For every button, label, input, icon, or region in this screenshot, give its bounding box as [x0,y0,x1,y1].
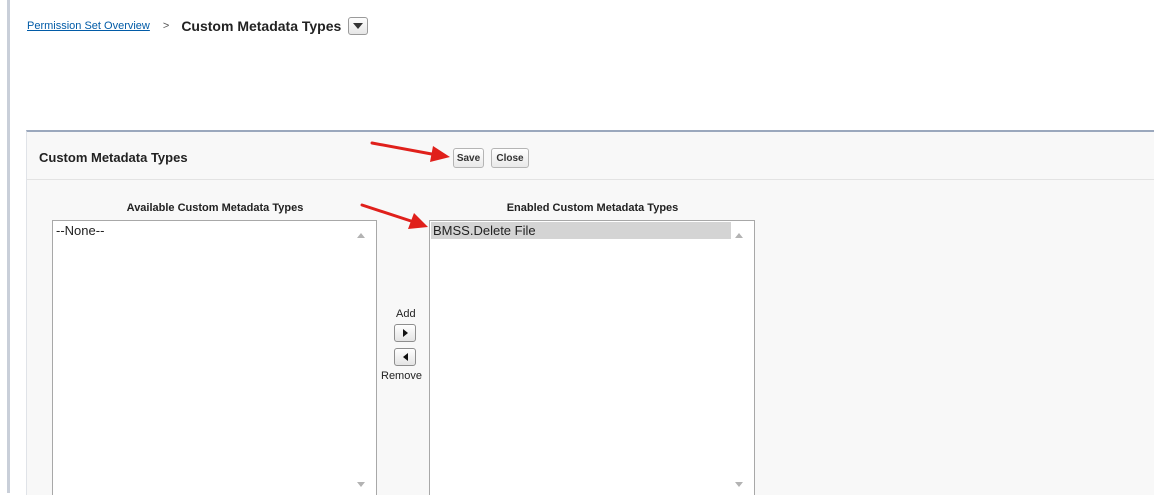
list-option-none[interactable]: --None-- [54,222,356,239]
page-menu-button[interactable] [348,17,369,35]
available-list[interactable]: --None-- [52,220,377,495]
save-button[interactable]: Save [453,148,484,168]
add-label: Add [396,308,416,320]
arrow-right-icon [402,329,408,337]
enabled-list[interactable]: BMSS.Delete File [429,220,755,495]
add-button[interactable] [394,324,416,342]
custom-metadata-types-panel: Custom Metadata Types Save Close Availab… [26,130,1154,495]
chevron-down-icon [353,23,364,29]
available-list-label: Available Custom Metadata Types [126,202,304,214]
enabled-list-label: Enabled Custom Metadata Types [506,202,679,214]
page-title: Custom Metadata Types [181,18,342,34]
scroll-up-icon[interactable] [735,233,743,238]
arrow-left-icon [402,353,408,361]
remove-button[interactable] [394,348,416,366]
close-button[interactable]: Close [491,148,529,168]
panel-header: Custom Metadata Types Save Close [27,132,1154,180]
scroll-down-icon[interactable] [735,482,743,487]
scroll-down-icon[interactable] [357,482,365,487]
left-border [7,0,10,493]
list-option-bmss-delete-file[interactable]: BMSS.Delete File [431,222,731,239]
panel-title: Custom Metadata Types [39,150,188,165]
breadcrumb: Permission Set Overview > Custom Metadat… [27,16,369,36]
scroll-up-icon[interactable] [357,233,365,238]
remove-label: Remove [381,370,422,382]
breadcrumb-separator: > [162,20,170,32]
breadcrumb-link-permission-set-overview[interactable]: Permission Set Overview [27,20,150,32]
